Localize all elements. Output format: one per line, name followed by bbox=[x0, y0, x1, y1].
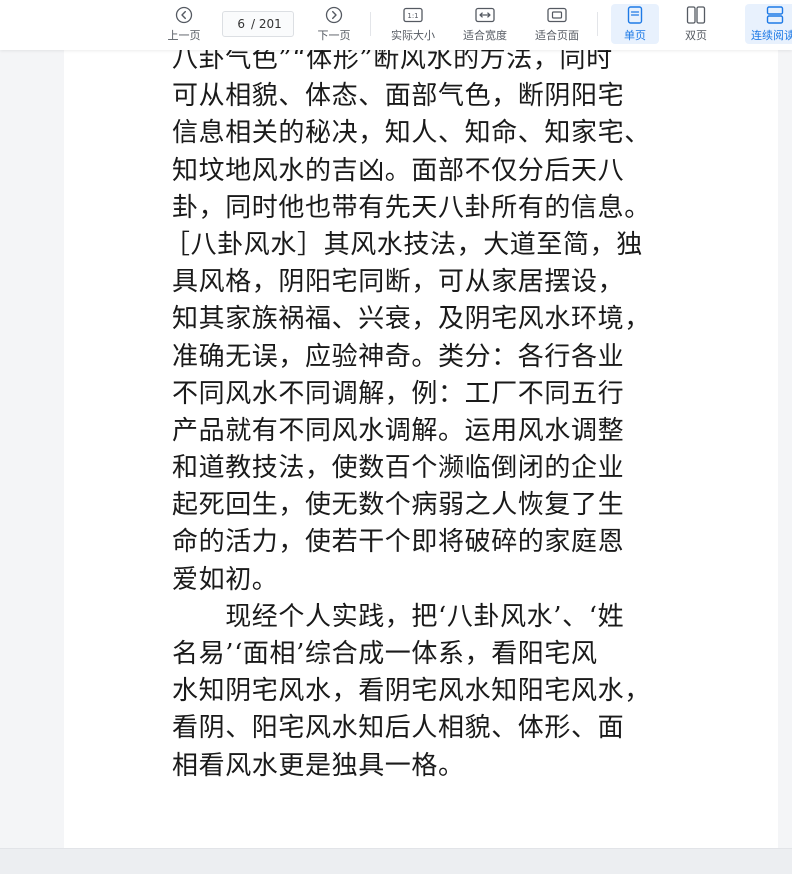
text-line: ［八卦风水］其风水技法，大道至简，独 bbox=[164, 229, 643, 260]
chevron-right-circle-icon bbox=[325, 4, 343, 26]
text-line: 可从相貌、体态、面部气色，断阴阳宅 bbox=[172, 81, 625, 112]
next-page-button[interactable]: 下一页 bbox=[312, 4, 356, 44]
page-number-box: / 201 bbox=[222, 11, 294, 37]
single-page-button[interactable]: 单页 bbox=[611, 4, 659, 44]
prev-page-label: 上一页 bbox=[167, 29, 201, 42]
document-text: 八卦气色”“体形”断风水的方法，同时 可从相貌、体态、面部气色，断阴阳宅 信息相… bbox=[164, 41, 672, 785]
double-page-label: 双页 bbox=[685, 29, 707, 42]
text-line: 具风格，阴阳宅同断，可从家居摆设， bbox=[172, 267, 625, 298]
fit-page-label: 适合页面 bbox=[535, 29, 579, 42]
toolbar-divider bbox=[370, 12, 371, 36]
text-line: 卦，同时他也带有先天八卦所有的信息。 bbox=[172, 192, 651, 223]
text-line: 现经个人实践，把‘八卦风水’、‘姓 bbox=[172, 601, 625, 632]
chevron-left-circle-icon bbox=[175, 4, 193, 26]
text-line: 产品就有不同风水调解。运用风水调整 bbox=[172, 415, 625, 446]
text-line: 知坟地风水的吉凶。面部不仅分后天八 bbox=[172, 155, 625, 186]
actual-size-label: 实际大小 bbox=[391, 29, 435, 42]
text-line: 准确无误，应验神奇。类分：各行各业 bbox=[172, 341, 625, 372]
status-bar bbox=[0, 848, 792, 874]
text-line: 水知阴宅风水，看阴宅风水知阳宅风水， bbox=[172, 676, 651, 707]
text-line: 命的活力，使若干个即将破碎的家庭恩 bbox=[172, 527, 625, 558]
fit-width-button[interactable]: 适合宽度 bbox=[458, 4, 512, 44]
actual-size-icon: 1:1 bbox=[403, 4, 423, 26]
viewer-toolbar: 上一页 / 201 下一页 1:1 实际大小 适合宽度 适合页面 单页 bbox=[0, 0, 792, 50]
text-line: 和道教技法，使数百个濒临倒闭的企业 bbox=[172, 453, 625, 484]
text-line: 知其家族祸福、兴衰，及阴宅风水环境， bbox=[172, 304, 651, 335]
fit-width-label: 适合宽度 bbox=[463, 29, 507, 42]
continuous-reading-button[interactable]: 连续阅读 bbox=[745, 4, 792, 44]
single-page-icon bbox=[627, 4, 643, 26]
page-number-input[interactable] bbox=[223, 17, 245, 31]
fit-page-button[interactable]: 适合页面 bbox=[530, 4, 584, 44]
total-pages: / 201 bbox=[251, 17, 282, 31]
text-line: 起死回生，使无数个病弱之人恢复了生 bbox=[172, 490, 625, 521]
text-line: 相看风水更是独具一格。 bbox=[172, 750, 465, 781]
continuous-reading-label: 连续阅读 bbox=[751, 29, 792, 42]
single-page-label: 单页 bbox=[624, 29, 646, 42]
text-line: 信息相关的秘决，知人、知命、知家宅、 bbox=[172, 118, 651, 149]
toolbar-divider bbox=[597, 12, 598, 36]
text-line: 名易’‘面相’综合成一体系，看阳宅风 bbox=[172, 639, 598, 669]
actual-size-button[interactable]: 1:1 实际大小 bbox=[386, 4, 440, 44]
text-line: 不同风水不同调解，例：工厂不同五行 bbox=[172, 378, 625, 409]
double-page-button[interactable]: 双页 bbox=[672, 4, 720, 44]
fit-width-icon bbox=[475, 4, 495, 26]
double-page-icon bbox=[686, 4, 706, 26]
actual-size-icon-text: 1:1 bbox=[407, 12, 418, 20]
text-line: 看阴、阳宅风水知后人相貌、体形、面 bbox=[172, 713, 625, 744]
fit-page-icon bbox=[547, 4, 567, 26]
prev-page-button[interactable]: 上一页 bbox=[162, 4, 206, 44]
text-line: 爱如初。 bbox=[172, 564, 279, 595]
continuous-reading-icon bbox=[745, 4, 792, 26]
next-page-label: 下一页 bbox=[317, 29, 351, 42]
